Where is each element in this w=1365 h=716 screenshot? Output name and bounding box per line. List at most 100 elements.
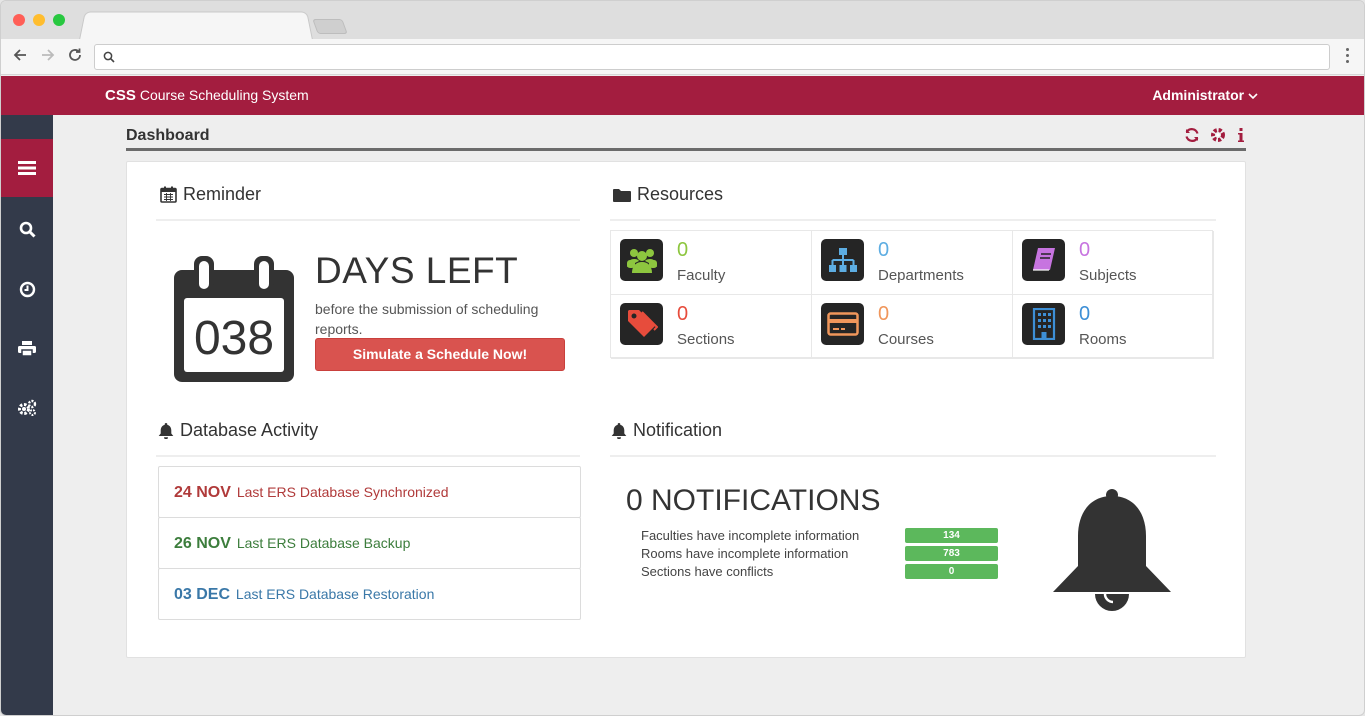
card-icon xyxy=(821,303,864,345)
calendar-icon xyxy=(160,186,177,203)
departments-count: 0 xyxy=(878,239,890,261)
resources-heading: Resources xyxy=(613,184,723,205)
page-title-divider xyxy=(126,148,1246,151)
gear-icon[interactable] xyxy=(1210,127,1226,143)
chevron-down-icon xyxy=(1248,93,1258,100)
info-icon[interactable] xyxy=(1236,127,1246,143)
folder-icon xyxy=(613,188,631,202)
simulate-schedule-button[interactable]: Simulate a Schedule Now! xyxy=(315,338,565,371)
new-tab-button[interactable] xyxy=(312,19,348,34)
notification-row[interactable]: Rooms have incomplete information 783 xyxy=(641,546,1001,564)
activity-item-restore[interactable]: 03 DEC Last ERS Database Restoration xyxy=(158,568,581,620)
notification-badge: 0 xyxy=(905,564,998,579)
resource-rooms[interactable]: 0 Rooms xyxy=(1013,295,1214,359)
refresh-icon[interactable] xyxy=(1184,127,1200,143)
notification-text: Rooms have incomplete information xyxy=(641,546,849,561)
reload-button[interactable] xyxy=(64,46,86,68)
big-bell-icon xyxy=(1053,489,1171,611)
clock-icon xyxy=(19,281,35,297)
forward-button[interactable] xyxy=(37,46,59,68)
gears-icon xyxy=(18,399,37,416)
notification-badge: 783 xyxy=(905,546,998,561)
window-controls xyxy=(13,14,65,26)
notification-text: Sections have conflicts xyxy=(641,564,774,579)
tag-icon xyxy=(620,303,663,345)
browser-menu-button[interactable] xyxy=(1346,48,1350,66)
browser-toolbar xyxy=(1,39,1364,75)
page-title: Dashboard xyxy=(126,127,210,144)
days-left-title: DAYS LEFT xyxy=(315,250,519,291)
subjects-count: 0 xyxy=(1079,239,1091,261)
app-header: CSS Course Scheduling System Administrato… xyxy=(1,76,1364,115)
resources-grid: 0 Faculty 0 Departments 0 Subjects 0 Sec… xyxy=(610,230,1214,359)
kebab-dot xyxy=(1346,60,1349,63)
reminder-heading-text: Reminder xyxy=(183,184,262,204)
search-icon xyxy=(19,221,36,238)
reload-icon xyxy=(69,48,81,61)
browser-tab[interactable] xyxy=(79,11,313,40)
resource-courses[interactable]: 0 Courses xyxy=(812,295,1013,359)
days-left-subtitle: before the submission of scheduling repo… xyxy=(315,301,539,337)
notification-text: Faculties have incomplete information xyxy=(641,528,860,543)
activity-text: Last ERS Database Restoration xyxy=(235,586,435,602)
activity-date: 24 NOV xyxy=(174,484,231,501)
back-button[interactable] xyxy=(9,46,31,68)
faculty-label: Faculty xyxy=(677,267,726,284)
close-window-button[interactable] xyxy=(13,14,25,26)
notification-row[interactable]: Sections have conflicts 0 xyxy=(641,564,1001,582)
sidebar-item-history[interactable] xyxy=(1,269,53,309)
notification-divider xyxy=(610,455,1216,457)
kebab-dot xyxy=(1346,54,1349,57)
activity-text: Last ERS Database Synchronized xyxy=(236,484,449,500)
resource-faculty[interactable]: 0 Faculty xyxy=(611,231,812,295)
resource-subjects[interactable]: 0 Subjects xyxy=(1013,231,1214,295)
search-icon xyxy=(103,51,115,63)
notification-list: Faculties have incomplete information 13… xyxy=(641,528,1001,582)
activity-list: 24 NOV Last ERS Database Synchronized 26… xyxy=(158,466,581,620)
faculty-count: 0 xyxy=(677,239,689,261)
arrow-right-icon xyxy=(42,49,55,61)
activity-heading-text: Database Activity xyxy=(180,420,319,440)
address-input[interactable] xyxy=(123,47,1313,67)
arrow-left-icon xyxy=(13,49,26,61)
calendar-big-icon: 038 xyxy=(174,256,294,382)
bell-icon xyxy=(611,423,627,439)
sidebar xyxy=(1,115,53,715)
reminder-divider xyxy=(156,219,580,221)
activity-divider xyxy=(156,455,580,457)
user-name: Administrator xyxy=(1152,87,1245,103)
sitemap-icon xyxy=(821,239,864,281)
minimize-window-button[interactable] xyxy=(33,14,45,26)
brand-short: CSS xyxy=(105,87,136,104)
sidebar-item-print[interactable] xyxy=(1,328,53,368)
notifications-count-title: 0 NOTIFICATIONS xyxy=(626,484,881,517)
reminder-heading: Reminder xyxy=(160,184,261,205)
building-icon xyxy=(1022,303,1065,345)
departments-label: Departments xyxy=(878,267,964,284)
brand[interactable]: CSS Course Scheduling System xyxy=(105,87,309,104)
sidebar-item-menu[interactable] xyxy=(1,148,53,188)
user-menu[interactable]: Administrator xyxy=(1152,87,1258,103)
sidebar-item-settings[interactable] xyxy=(1,388,53,428)
notification-heading: Notification xyxy=(611,420,722,441)
book-icon xyxy=(1022,239,1065,281)
activity-item-backup[interactable]: 26 NOV Last ERS Database Backup xyxy=(158,517,581,569)
rooms-count: 0 xyxy=(1079,303,1091,325)
subjects-label: Subjects xyxy=(1079,267,1137,284)
resources-heading-text: Resources xyxy=(637,184,724,204)
notification-badge: 134 xyxy=(905,528,998,543)
sections-count: 0 xyxy=(677,303,689,325)
address-bar[interactable] xyxy=(94,44,1330,70)
maximize-window-button[interactable] xyxy=(53,14,65,26)
notification-row[interactable]: Faculties have incomplete information 13… xyxy=(641,528,1001,546)
page-actions xyxy=(1184,127,1246,143)
resource-departments[interactable]: 0 Departments xyxy=(812,231,1013,295)
browser-window: CSS Course Scheduling System Administrato… xyxy=(0,0,1365,716)
activity-heading: Database Activity xyxy=(158,420,318,441)
sidebar-item-search[interactable] xyxy=(1,209,53,249)
resources-divider xyxy=(610,219,1216,221)
kebab-menu-icon xyxy=(1346,48,1349,51)
activity-text: Last ERS Database Backup xyxy=(236,535,411,551)
activity-item-sync[interactable]: 24 NOV Last ERS Database Synchronized xyxy=(158,466,581,518)
resource-sections[interactable]: 0 Sections xyxy=(611,295,812,359)
